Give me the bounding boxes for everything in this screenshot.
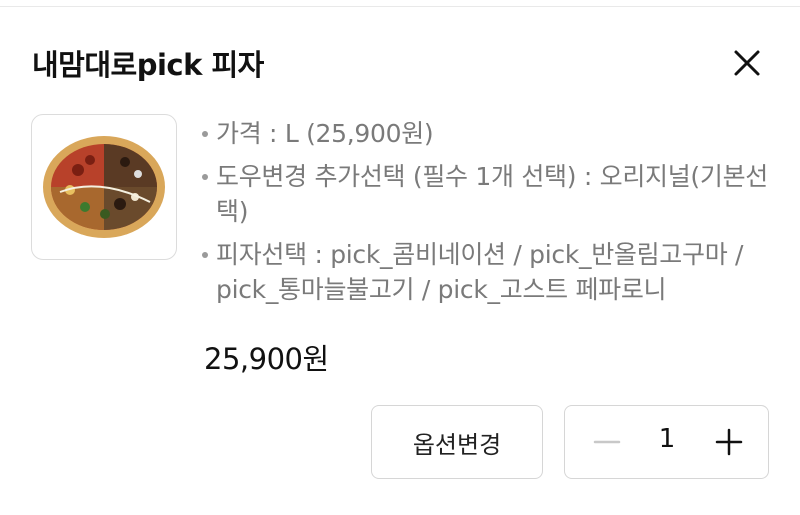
change-option-button[interactable]: 옵션변경 — [371, 405, 543, 479]
quantity-decrease-button[interactable] — [585, 420, 629, 464]
pizza-image — [43, 136, 165, 238]
option-price: 가격 : L (25,900원) — [200, 116, 775, 151]
close-icon — [734, 50, 760, 76]
close-button[interactable] — [726, 42, 768, 84]
product-thumbnail — [31, 114, 177, 260]
option-dough: 도우변경 추가선택 (필수 1개 선택) : 오리지널(기본선택) — [200, 159, 775, 229]
option-list: 가격 : L (25,900원) 도우변경 추가선택 (필수 1개 선택) : … — [200, 116, 775, 315]
plus-icon — [715, 428, 743, 456]
product-title: 내맘대로pick 피자 — [32, 48, 264, 82]
quantity-increase-button[interactable] — [707, 420, 751, 464]
quantity-stepper: 1 — [564, 405, 769, 479]
total-price: 25,900원 — [204, 342, 329, 376]
minus-icon — [593, 440, 621, 444]
option-pizza-selection: 피자선택 : pick_콤비네이션 / pick_반올림고구마 / pick_통… — [200, 237, 775, 307]
top-divider — [0, 6, 800, 7]
quantity-value: 1 — [658, 424, 676, 454]
